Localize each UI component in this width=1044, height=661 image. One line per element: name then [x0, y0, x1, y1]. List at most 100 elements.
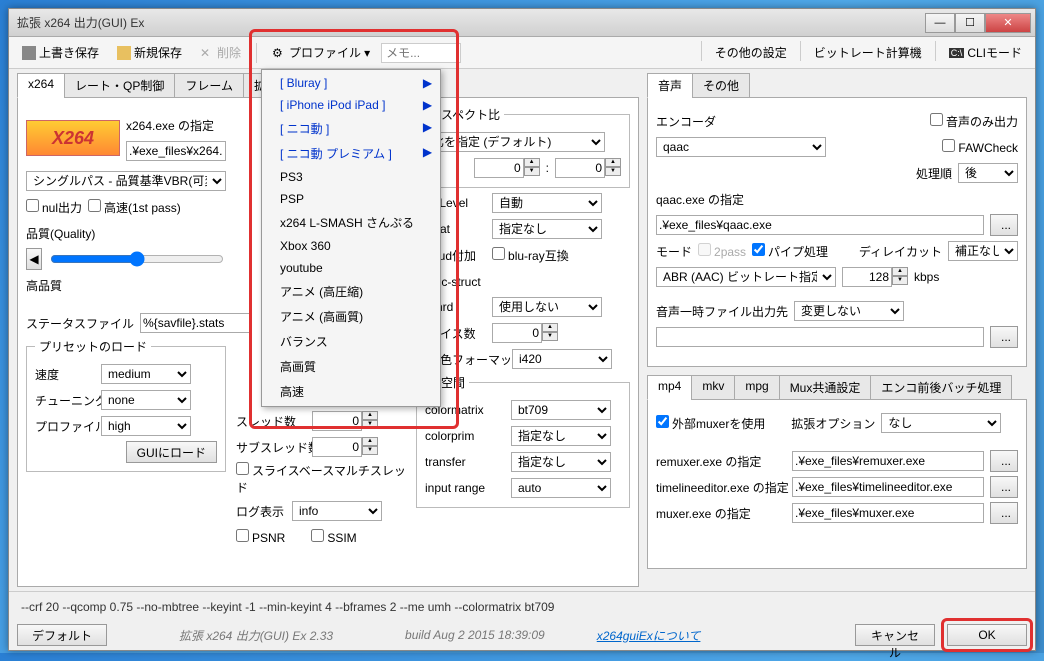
profile-menu-item[interactable]: 高画質	[264, 354, 438, 379]
transfer-select[interactable]: 指定なし	[511, 452, 611, 472]
bitrate-calc-button[interactable]: ビットレート計算機	[807, 41, 929, 64]
timeline-input[interactable]	[792, 477, 984, 497]
log-select[interactable]: info	[292, 501, 382, 521]
profile-menu-item[interactable]: [ ニコ動 プレミアム ]▶	[264, 141, 438, 166]
fawcheck-checkbox[interactable]: FAWCheck	[942, 139, 1018, 155]
close-button[interactable]: ✕	[985, 13, 1031, 33]
profile-dropdown-button[interactable]: ⚙プロファイル ▾	[265, 41, 377, 64]
psnr-checkbox[interactable]: PSNR	[236, 529, 285, 545]
tab-mp4[interactable]: mp4	[647, 375, 692, 400]
other-settings-button[interactable]: その他の設定	[708, 41, 794, 64]
new-save-button[interactable]: 新規保存	[110, 41, 189, 64]
encoder-select[interactable]: qaac	[656, 137, 826, 157]
ok-button[interactable]: OK	[947, 624, 1027, 646]
memo-input[interactable]	[381, 43, 461, 63]
aspect-mode-select[interactable]: 比を指定 (デフォルト)	[425, 132, 605, 152]
new-icon	[117, 46, 131, 60]
input-range-select[interactable]: auto	[511, 478, 611, 498]
format-select[interactable]: 指定なし	[492, 219, 602, 239]
quality-slider[interactable]	[50, 251, 224, 267]
tab-frame[interactable]: フレーム	[174, 73, 244, 98]
aspect-group: アスペクト比 比を指定 (デフォルト) ▲▼ : ▲▼	[416, 106, 630, 188]
cli-mode-button[interactable]: C:\ CLIモード	[942, 41, 1029, 64]
qaac-browse-button[interactable]: ...	[990, 214, 1018, 236]
ssim-checkbox[interactable]: SSIM	[311, 529, 356, 545]
profile-menu-item[interactable]: [ ニコ動 ]▶	[264, 116, 438, 141]
temp-path-input[interactable]	[656, 327, 984, 347]
bitrate-mode-select[interactable]: ABR (AAC) ビットレート指定	[656, 267, 836, 287]
profile-menu-item[interactable]: アニメ (高圧縮)	[264, 279, 438, 304]
profile-menu-item[interactable]: 高速	[264, 379, 438, 404]
thread-spinner[interactable]: ▲▼	[312, 411, 378, 431]
subthread-spinner[interactable]: ▲▼	[312, 437, 378, 457]
ext-opt-select[interactable]: なし	[881, 413, 1001, 433]
2pass-checkbox[interactable]: 2pass	[698, 243, 746, 259]
aspect-w-spinner[interactable]: ▲▼	[474, 158, 540, 178]
tab-audio[interactable]: 音声	[647, 73, 693, 98]
about-link[interactable]: x264guiExについて	[597, 627, 701, 644]
exe-path-input[interactable]	[126, 141, 226, 161]
maximize-button[interactable]: ☐	[955, 13, 985, 33]
tab-x264[interactable]: x264	[17, 73, 65, 98]
pipe-checkbox[interactable]: パイプ処理	[752, 243, 828, 260]
bitrate-spinner[interactable]: ▲▼	[842, 267, 908, 287]
profile-menu-item[interactable]: アニメ (高画質)	[264, 304, 438, 329]
cancel-button[interactable]: キャンセル	[855, 624, 935, 646]
profile-label: プロファイル	[35, 418, 95, 435]
rate-mode-select[interactable]: シングルパス - 品質基準VBR(可変レート)	[26, 171, 226, 191]
profile-menu-item[interactable]: x264 L-SMASH さんぷる	[264, 210, 438, 235]
colorprim-select[interactable]: 指定なし	[511, 426, 611, 446]
slice-based-checkbox[interactable]: スライスベースマルチスレッド	[236, 462, 406, 496]
slices-spinner[interactable]: ▲▼	[492, 323, 558, 343]
submenu-arrow-icon: ▶	[423, 145, 432, 159]
ext-muxer-checkbox[interactable]: 外部muxerを使用	[656, 415, 765, 432]
order-select[interactable]: 後	[958, 163, 1018, 183]
audio-only-checkbox[interactable]: 音声のみ出力	[930, 113, 1018, 130]
tab-mux-common[interactable]: Mux共通設定	[779, 375, 872, 400]
profile-select[interactable]: high	[101, 416, 191, 436]
minimize-button[interactable]: —	[925, 13, 955, 33]
tab-other[interactable]: その他	[692, 73, 750, 98]
delete-button[interactable]: ✕削除	[193, 41, 248, 64]
subthread-label: サブスレッド数	[236, 439, 306, 456]
nalhrd-select[interactable]: 使用しない	[492, 297, 602, 317]
tab-mpg[interactable]: mpg	[734, 375, 779, 400]
remuxer-browse-button[interactable]: ...	[990, 450, 1018, 472]
profile-menu-item[interactable]: バランス	[264, 329, 438, 354]
temp-label: 音声一時ファイル出力先	[656, 303, 788, 320]
aspect-h-spinner[interactable]: ▲▼	[555, 158, 621, 178]
profile-menu-item[interactable]: [ iPhone iPod iPad ]▶	[264, 94, 438, 116]
tuning-select[interactable]: none	[101, 390, 191, 410]
quality-dec-button[interactable]: ◀	[26, 248, 42, 270]
temp-browse-button[interactable]: ...	[990, 326, 1018, 348]
gui-load-button[interactable]: GUIにロード	[126, 441, 217, 463]
delay-select[interactable]: 補正なし	[948, 241, 1018, 261]
qaac-path-input[interactable]	[656, 215, 984, 235]
profile-menu-item[interactable]: Xbox 360	[264, 235, 438, 257]
status-file-input[interactable]	[140, 313, 250, 333]
profile-menu-item[interactable]: PS3	[264, 166, 438, 188]
tab-batch[interactable]: エンコ前後バッチ処理	[870, 375, 1012, 400]
preset-group: プリセットのロード 速度medium チューニングnone プロファイルhigh…	[26, 338, 226, 472]
fast-1stpass-checkbox[interactable]: 高速(1st pass)	[88, 199, 181, 216]
bluray-checkbox[interactable]: blu-ray互換	[492, 247, 569, 264]
profile-menu-item[interactable]: [ Bluray ]▶	[264, 72, 438, 94]
submenu-arrow-icon: ▶	[423, 98, 432, 112]
h264-level-select[interactable]: 自動	[492, 193, 602, 213]
output-fmt-select[interactable]: i420	[512, 349, 612, 369]
default-button[interactable]: デフォルト	[17, 624, 107, 646]
speed-select[interactable]: medium	[101, 364, 191, 384]
muxer-browse-button[interactable]: ...	[990, 502, 1018, 524]
colormatrix-select[interactable]: bt709	[511, 400, 611, 420]
temp-select[interactable]: 変更しない	[794, 301, 904, 321]
nul-output-checkbox[interactable]: nul出力	[26, 199, 82, 216]
overwrite-save-button[interactable]: 上書き保存	[15, 41, 106, 64]
remuxer-input[interactable]	[792, 451, 984, 471]
tab-mkv[interactable]: mkv	[691, 375, 735, 400]
muxer-input[interactable]	[792, 503, 984, 523]
profile-menu-item[interactable]: PSP	[264, 188, 438, 210]
profile-menu-item[interactable]: youtube	[264, 257, 438, 279]
timeline-browse-button[interactable]: ...	[990, 476, 1018, 498]
tab-rate-qp[interactable]: レート・QP制御	[64, 73, 175, 98]
exe-label: x264.exe の指定	[126, 117, 214, 134]
